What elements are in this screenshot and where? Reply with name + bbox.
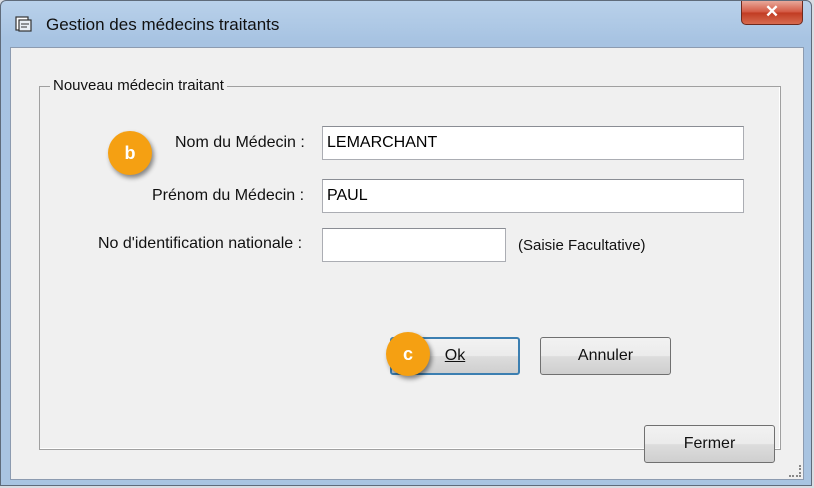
annuler-button[interactable]: Annuler <box>540 337 671 375</box>
window-title: Gestion des médecins traitants <box>46 15 280 34</box>
dialog-window: Gestion des médecins traitants ✕ Nouveau… <box>0 0 812 486</box>
annuler-label: Annuler <box>577 347 634 364</box>
close-button[interactable]: ✕ <box>741 1 803 25</box>
dialog-client-area: Nouveau médecin traitant Nom du Médecin … <box>10 47 804 480</box>
fermer-button[interactable]: Fermer <box>644 425 775 463</box>
id-input[interactable] <box>322 228 506 262</box>
fermer-label: Fermer <box>683 435 736 452</box>
id-label: No d'identification nationale : <box>98 235 303 252</box>
id-hint: (Saisie Facultative) <box>518 237 646 254</box>
title-bar[interactable]: Gestion des médecins traitants ✕ <box>1 1 811 47</box>
callout-b: b <box>108 131 152 175</box>
resize-grip[interactable] <box>789 465 801 477</box>
callout-c: c <box>386 332 430 376</box>
prenom-input[interactable] <box>322 179 744 213</box>
app-icon <box>14 15 34 33</box>
nom-label: Nom du Médecin : <box>175 134 305 151</box>
prenom-label: Prénom du Médecin : <box>152 187 305 204</box>
ok-label: Ok <box>444 347 466 364</box>
group-legend: Nouveau médecin traitant <box>50 77 227 94</box>
close-icon: ✕ <box>764 2 780 21</box>
nom-input[interactable] <box>322 126 744 160</box>
